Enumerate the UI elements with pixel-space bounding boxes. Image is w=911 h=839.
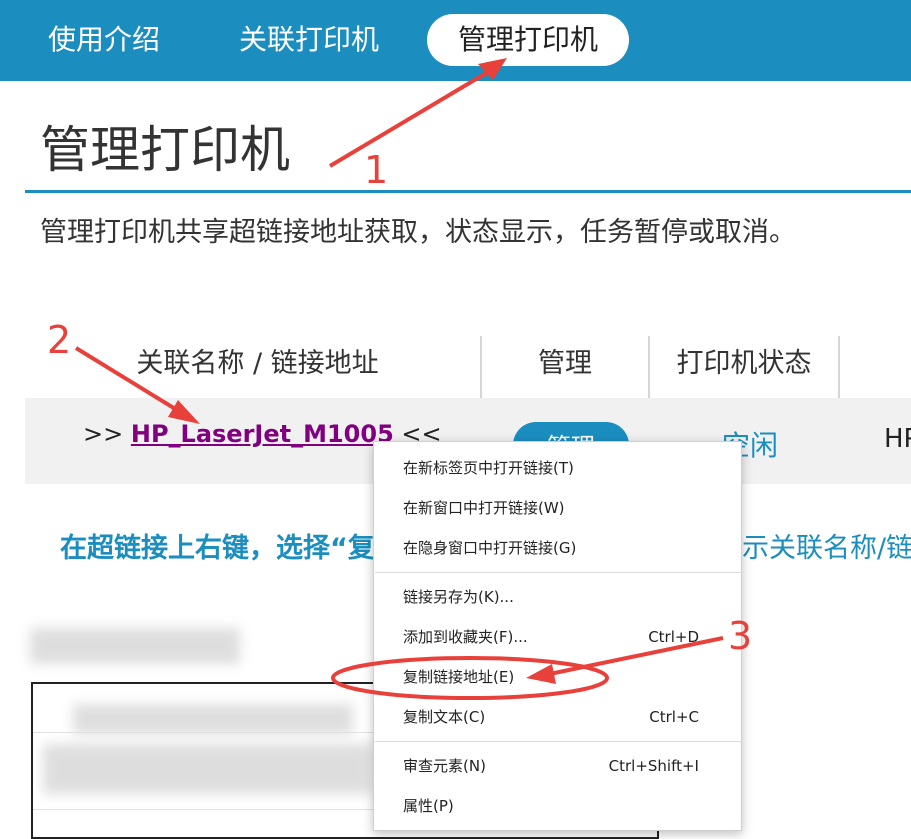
printer-share-link[interactable]: HP_LaserJet_M1005 xyxy=(131,420,394,448)
context-menu: 在新标签页中打开链接(T) 在新窗口中打开链接(W) 在隐身窗口中打开链接(G)… xyxy=(373,441,742,831)
menu-item-label: 审查元素(N) xyxy=(403,757,486,775)
menu-item-open-new-tab[interactable]: 在新标签页中打开链接(T) xyxy=(374,450,741,486)
menu-item-label: 复制文本(C) xyxy=(403,708,486,726)
menu-item-shortcut: Ctrl+C xyxy=(649,708,699,726)
menu-item-label: 在新窗口中打开链接(W) xyxy=(403,499,565,517)
menu-item-properties[interactable]: 属性(P) xyxy=(374,788,741,824)
table-header-divider xyxy=(838,336,840,398)
nav-item-manage-printer[interactable]: 管理打印机 xyxy=(427,14,629,66)
annotation-step-1: 1 xyxy=(364,148,389,192)
menu-item-shortcut: Ctrl+D xyxy=(648,628,699,646)
menu-item-label: 在隐身窗口中打开链接(G) xyxy=(403,539,577,557)
hint-text-continued: 示关联名称/链 xyxy=(742,533,911,564)
menu-item-label: 链接另存为(K)... xyxy=(403,588,514,606)
page-title: 管理打印机 xyxy=(40,121,290,179)
hint-text: 在超链接上右键，选择“复 xyxy=(60,533,375,564)
menu-item-label: 添加到收藏夹(F)... xyxy=(403,628,528,646)
table-header-manage: 管理 xyxy=(538,348,592,379)
menu-separator xyxy=(375,741,742,742)
redacted-area xyxy=(43,744,373,794)
menu-item-open-incognito[interactable]: 在隐身窗口中打开链接(G) xyxy=(374,530,741,566)
menu-item-shortcut: Ctrl+Shift+I xyxy=(608,757,699,775)
menu-separator xyxy=(375,572,742,573)
redacted-area xyxy=(73,704,353,734)
title-divider xyxy=(25,190,911,193)
redacted-area xyxy=(30,628,240,664)
menu-item-label: 在新标签页中打开链接(T) xyxy=(403,459,574,477)
table-header-printer-status: 打印机状态 xyxy=(676,348,812,379)
annotation-step-3: 3 xyxy=(728,614,753,658)
page-description: 管理打印机共享超链接地址获取，状态显示，任务暂停或取消。 xyxy=(40,217,796,248)
menu-item-copy-link-address[interactable]: 复制链接地址(E) xyxy=(374,659,741,695)
table-header-name-link: 关联名称 / 链接地址 xyxy=(136,348,379,379)
menu-item-save-link-as[interactable]: 链接另存为(K)... xyxy=(374,579,741,615)
annotation-step-2: 2 xyxy=(47,318,72,362)
menu-item-open-new-window[interactable]: 在新窗口中打开链接(W) xyxy=(374,490,741,526)
link-prefix: >> xyxy=(83,420,124,448)
menu-item-label: 复制链接地址(E) xyxy=(403,668,515,686)
nav-item-intro[interactable]: 使用介绍 xyxy=(48,14,160,66)
menu-item-label: 属性(P) xyxy=(403,797,454,815)
menu-item-add-to-favorites[interactable]: 添加到收藏夹(F)... Ctrl+D xyxy=(374,619,741,655)
printer-model-text: HP xyxy=(884,424,911,454)
menu-item-copy-text[interactable]: 复制文本(C) Ctrl+C xyxy=(374,699,741,735)
menu-item-inspect-element[interactable]: 审查元素(N) Ctrl+Shift+I xyxy=(374,748,741,784)
nav-item-link-printer[interactable]: 关联打印机 xyxy=(239,14,379,66)
